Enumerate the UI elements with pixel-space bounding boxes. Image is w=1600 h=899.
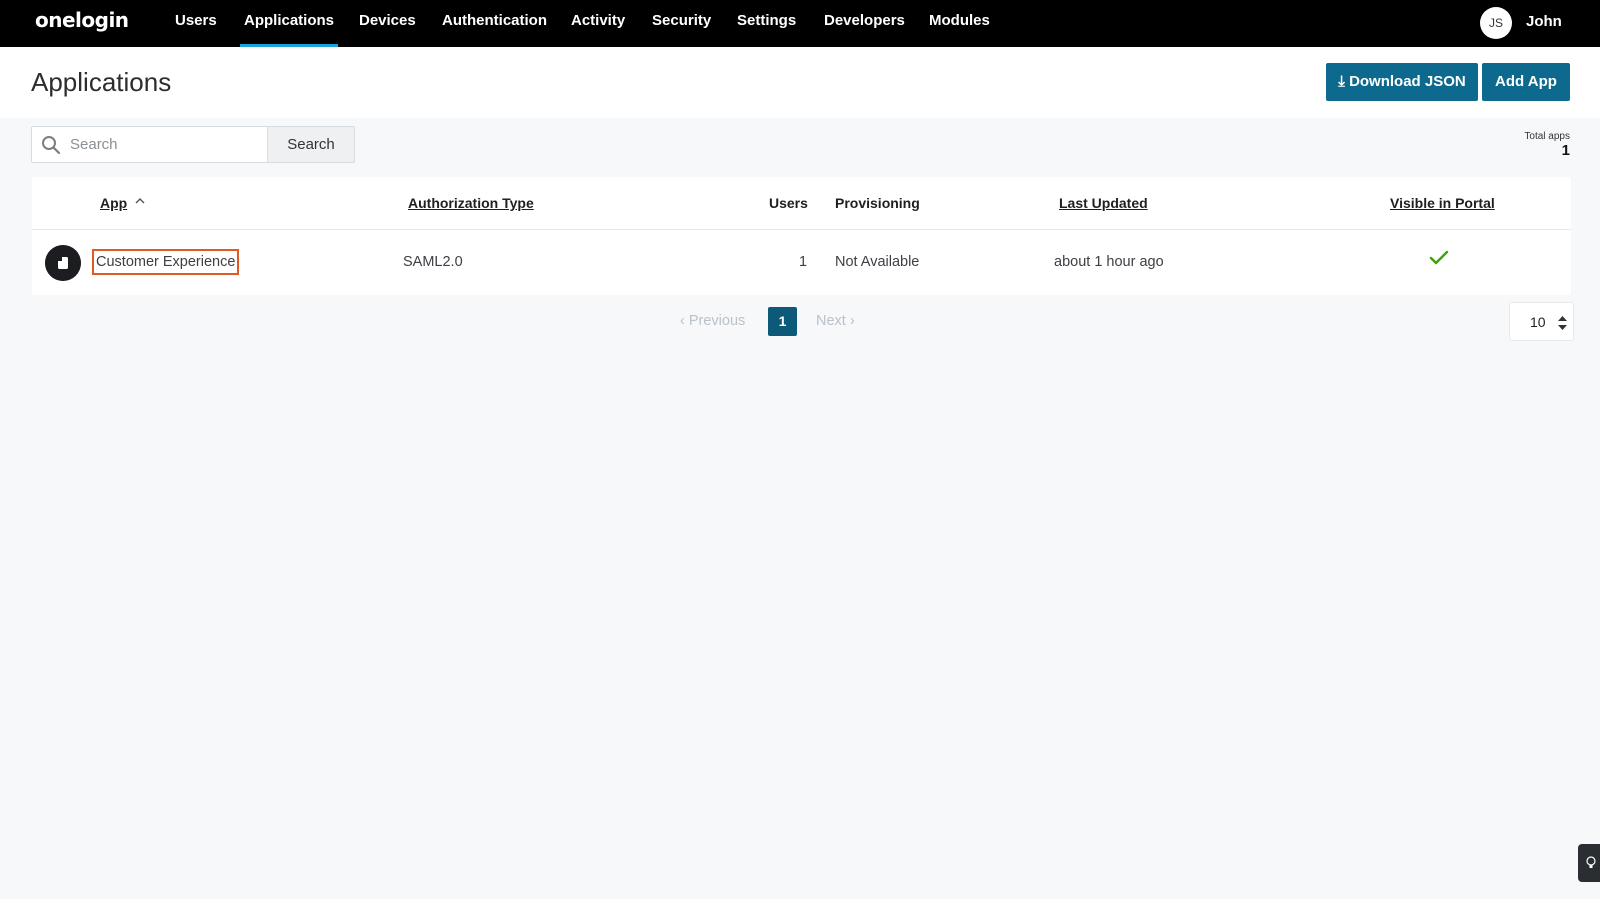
nav-item-activity[interactable]: Activity	[571, 0, 625, 47]
column-header-last-updated[interactable]: Last Updated	[1059, 195, 1148, 211]
applications-table: App Authorization Type Users Provisionin…	[32, 177, 1571, 295]
avatar[interactable]: JS	[1480, 7, 1512, 39]
page-number-button[interactable]: 1	[768, 307, 797, 336]
chevron-right-icon: ›	[845, 313, 855, 329]
user-menu-name[interactable]: John	[1526, 13, 1562, 30]
chevron-left-icon: ‹	[680, 313, 689, 329]
total-apps-value: 1	[1561, 142, 1570, 159]
previous-page-label: Previous	[688, 313, 746, 329]
column-header-provisioning: Provisioning	[835, 195, 920, 211]
help-tab[interactable]	[1578, 844, 1600, 882]
column-header-authorization-type[interactable]: Authorization Type	[408, 195, 534, 211]
column-header-visible-in-portal[interactable]: Visible in Portal	[1390, 195, 1495, 211]
nav-item-security[interactable]: Security	[652, 0, 711, 47]
nav-item-applications[interactable]: Applications	[239, 0, 339, 47]
nav-item-modules[interactable]: Modules	[929, 0, 990, 47]
auth-type-cell: SAML2.0	[403, 254, 463, 270]
checkmark-icon	[1429, 250, 1449, 265]
download-json-button[interactable]: ⤓ Download JSON	[1326, 63, 1478, 101]
search-input[interactable]	[70, 127, 265, 162]
total-apps-label: Total apps	[1524, 131, 1570, 142]
download-icon: ⤓	[1338, 73, 1350, 90]
column-header-app-label: App	[100, 195, 128, 211]
last-updated-cell: about 1 hour ago	[1054, 254, 1164, 270]
page-title: Applications	[31, 67, 172, 97]
column-header-authorization-type-label: Authorization Type	[408, 195, 534, 211]
search-button[interactable]: Search	[268, 126, 355, 163]
next-page-button[interactable]: Next ›	[816, 313, 855, 329]
table-header: App Authorization Type Users Provisionin…	[32, 177, 1571, 230]
column-header-visible-in-portal-label: Visible in Portal	[1390, 195, 1495, 211]
search-box	[31, 126, 268, 163]
top-nav: onelogin Users Applications Devices Auth…	[0, 0, 1600, 47]
provisioning-cell: Not Available	[835, 254, 920, 270]
add-app-button[interactable]: Add App	[1482, 63, 1570, 101]
lightbulb-icon	[1586, 856, 1596, 868]
app-name-link[interactable]: Customer Experience	[92, 249, 240, 275]
nav-item-settings[interactable]: Settings	[737, 0, 796, 47]
page-size-select[interactable]: 10	[1509, 302, 1574, 341]
nav-item-authentication[interactable]: Authentication	[442, 0, 547, 47]
previous-page-button[interactable]: ‹ Previous	[680, 313, 745, 329]
search-icon	[42, 136, 61, 155]
next-page-label: Next	[816, 313, 846, 329]
page-size-value: 10	[1530, 314, 1546, 330]
table-row[interactable]: Customer Experience SAML2.0 1 Not Availa…	[32, 230, 1571, 295]
column-header-last-updated-label: Last Updated	[1059, 195, 1148, 211]
column-header-app[interactable]: App	[100, 195, 127, 211]
nav-item-devices[interactable]: Devices	[359, 0, 416, 47]
onelogin-logo[interactable]: onelogin	[35, 8, 129, 32]
select-arrows-icon	[1558, 316, 1567, 330]
page-header: Applications ⤓ Download JSON Add App	[0, 47, 1600, 118]
nav-item-users[interactable]: Users	[175, 0, 217, 47]
download-json-label: Download JSON	[1349, 73, 1466, 90]
column-header-users: Users	[769, 195, 808, 211]
onelogin-app-icon	[45, 245, 81, 281]
nav-item-developers[interactable]: Developers	[824, 0, 905, 47]
users-count-cell: 1	[799, 254, 808, 270]
sort-ascending-icon[interactable]	[135, 197, 145, 205]
